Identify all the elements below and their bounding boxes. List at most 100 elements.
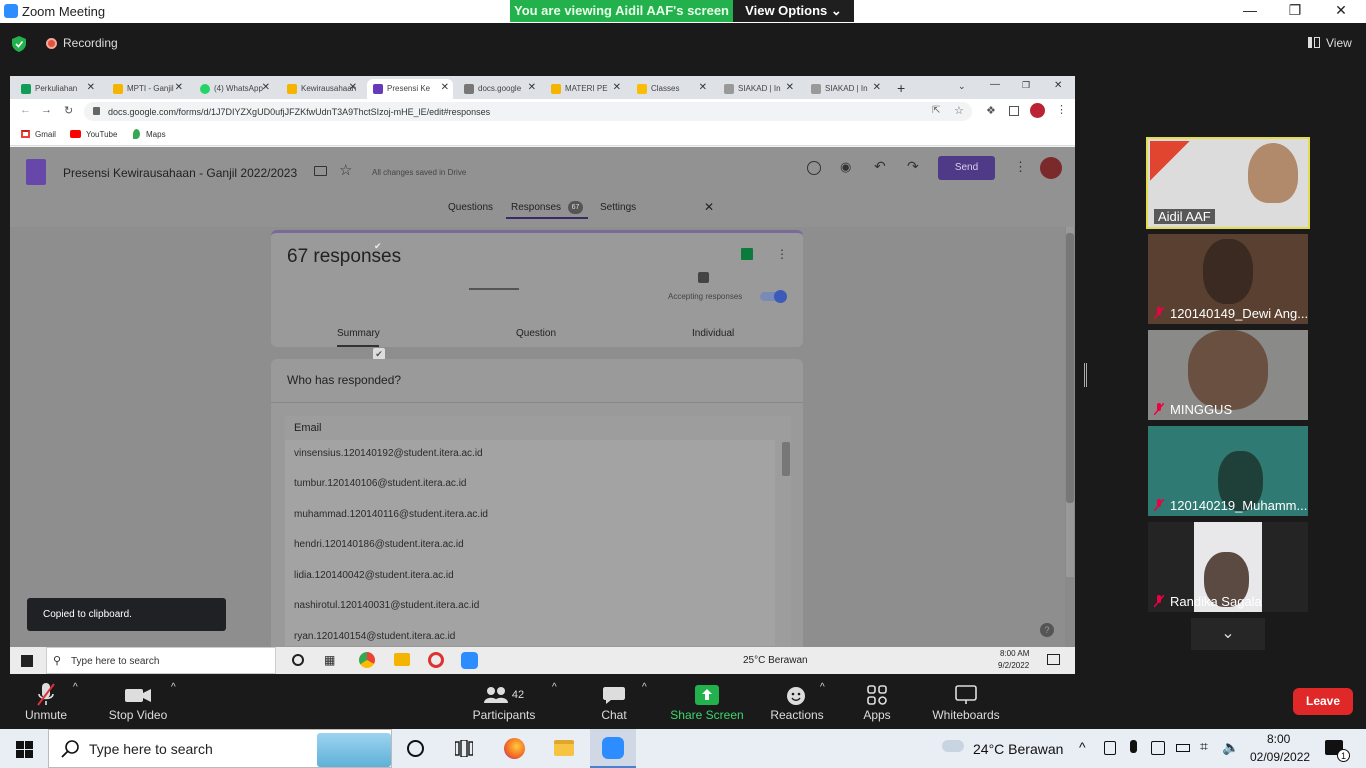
restore-icon[interactable]: ❐ (1272, 2, 1318, 19)
task-view-icon[interactable] (455, 740, 473, 757)
preview-eye-icon[interactable]: ◉ (840, 159, 851, 175)
sheets-link-icon[interactable] (741, 248, 753, 260)
new-tab-icon[interactable]: + (897, 80, 905, 96)
participants-chevron-icon[interactable]: ^ (552, 682, 557, 693)
browser-close-icon[interactable]: ✕ (1054, 80, 1062, 91)
whiteboards-button[interactable]: Whiteboards (926, 682, 1006, 722)
tab-settings[interactable]: Settings (600, 202, 636, 213)
subtab-summary[interactable]: Summary (337, 328, 380, 339)
bookmark-gmail[interactable]: Gmail (35, 130, 56, 139)
card-more-icon[interactable]: ⋮ (776, 247, 788, 261)
zoom-taskbar-icon[interactable] (461, 652, 478, 669)
bookmark-star-icon[interactable]: ☆ (954, 104, 964, 117)
tab-2[interactable]: (4) WhatsApp ✕ (194, 79, 274, 99)
windows-start-icon[interactable] (16, 741, 33, 758)
leave-button[interactable]: Leave (1293, 688, 1353, 715)
close-icon[interactable]: ✕ (704, 200, 714, 214)
send-button[interactable]: Send (938, 156, 995, 180)
participants-button[interactable]: 42 Participants (470, 682, 538, 722)
tab-close-icon[interactable]: ✕ (349, 82, 357, 93)
participant-tile-active[interactable]: Aidil AAF (1146, 137, 1310, 229)
app-icon[interactable] (428, 652, 444, 668)
tab-7[interactable]: Classes ✕ (631, 79, 711, 99)
browser-restore-icon[interactable]: ❐ (1022, 80, 1030, 91)
tab-1[interactable]: MPTI - Ganjil ✕ (107, 79, 187, 99)
tab-3[interactable]: Kewirausahaan ✕ (281, 79, 361, 99)
bookmark-youtube[interactable]: YouTube (86, 130, 117, 139)
email-scrollbar[interactable] (782, 442, 790, 476)
share-screen-button[interactable]: Share Screen (670, 682, 744, 722)
forward-icon[interactable]: → (41, 104, 52, 116)
task-view-icon[interactable]: ▦ (324, 653, 335, 667)
splitter-handle[interactable] (1084, 363, 1087, 387)
unmute-button[interactable]: Unmute (20, 682, 72, 722)
subtab-question[interactable]: Question (516, 328, 556, 339)
participant-tile[interactable]: MINGGUS (1148, 330, 1308, 420)
folder-icon[interactable] (314, 166, 327, 176)
tab-search-icon[interactable]: ⌄ (958, 81, 966, 92)
stop-video-button[interactable]: Stop Video (104, 682, 172, 722)
redo-icon[interactable]: ↷ (907, 158, 919, 175)
tab-close-icon[interactable]: ✕ (613, 82, 621, 93)
tab-9[interactable]: SIAKAD | In ✕ (805, 79, 885, 99)
volume-icon[interactable]: 🔈 (1222, 739, 1239, 756)
tab-close-icon[interactable]: ✕ (699, 82, 707, 93)
firefox-icon[interactable] (504, 738, 525, 759)
taskbar-search-box[interactable]: Type here to search (48, 729, 392, 768)
wifi-icon[interactable]: ⌗ (1200, 738, 1208, 755)
tab-6[interactable]: MATERI PE ✕ (545, 79, 625, 99)
undo-icon[interactable]: ↶ (874, 158, 886, 175)
subtab-individual[interactable]: Individual (692, 328, 734, 339)
share-icon[interactable]: ⇱ (932, 105, 940, 116)
palette-icon[interactable] (807, 161, 821, 175)
search-box[interactable]: ⚲ Type here to search (46, 647, 276, 674)
chrome-icon[interactable] (359, 652, 375, 668)
reload-icon[interactable]: ↻ (64, 104, 73, 117)
tray-device-icon[interactable] (1104, 741, 1116, 755)
chat-chevron-icon[interactable]: ^ (642, 682, 647, 693)
zoom-taskbar-item[interactable] (590, 729, 636, 768)
tab-close-icon[interactable]: ✕ (87, 82, 95, 93)
accepting-toggle[interactable] (760, 290, 787, 303)
tray-chevron-icon[interactable]: ^ (1079, 739, 1086, 755)
extensions-icon[interactable]: ❖ (986, 104, 996, 117)
minimize-icon[interactable]: — (1227, 2, 1273, 18)
tray-camera-icon[interactable] (1151, 741, 1165, 755)
windows-start-icon[interactable] (21, 655, 33, 667)
tab-close-icon[interactable]: ✕ (873, 82, 881, 93)
tab-5[interactable]: docs.google ✕ (458, 79, 540, 99)
url-field[interactable]: docs.google.com/forms/d/1J7DIYZXgUD0ufjJ… (84, 102, 972, 121)
browser-minimize-icon[interactable]: — (990, 79, 1000, 90)
scroll-down-icon[interactable]: ⌄ (1191, 618, 1265, 650)
sidepanel-icon[interactable] (1009, 106, 1019, 116)
participant-tile[interactable]: Randika Sagala (1148, 522, 1308, 612)
tray-mic-icon[interactable] (1130, 740, 1137, 753)
chat-button[interactable]: Chat (597, 682, 631, 722)
star-icon[interactable]: ☆ (339, 161, 352, 179)
cortana-icon[interactable] (292, 654, 304, 666)
page-scrollbar[interactable] (1066, 227, 1074, 577)
notification-center-icon[interactable] (1047, 654, 1060, 665)
tab-close-icon[interactable]: ✕ (528, 82, 536, 93)
battery-icon[interactable] (1176, 744, 1190, 752)
tab-8[interactable]: SIAKAD | In ✕ (718, 79, 798, 99)
view-button[interactable]: View (1326, 36, 1352, 50)
audio-options-chevron-icon[interactable]: ^ (73, 682, 78, 693)
user-avatar[interactable] (1040, 157, 1062, 179)
browser-menu-icon[interactable]: ⋮ (1056, 103, 1067, 116)
tab-close-icon[interactable]: ✕ (262, 82, 270, 93)
back-icon[interactable]: ← (20, 104, 31, 116)
cortana-icon[interactable] (407, 740, 424, 757)
form-title[interactable]: Presensi Kewirausahaan - Ganjil 2022/202… (63, 166, 297, 180)
tab-questions[interactable]: Questions (448, 202, 493, 213)
apps-button[interactable]: Apps (858, 682, 896, 722)
profile-avatar[interactable] (1030, 103, 1045, 118)
reactions-button[interactable]: Reactions (768, 682, 826, 722)
tab-close-icon[interactable]: ✕ (175, 82, 183, 93)
file-explorer-icon[interactable] (554, 740, 574, 756)
reactions-chevron-icon[interactable]: ^ (820, 682, 825, 693)
tab-4-active[interactable]: Presensi Ke ✕ (367, 79, 453, 99)
tab-close-icon[interactable]: ✕ (786, 82, 794, 93)
explorer-icon[interactable] (394, 653, 410, 666)
video-options-chevron-icon[interactable]: ^ (171, 682, 176, 693)
